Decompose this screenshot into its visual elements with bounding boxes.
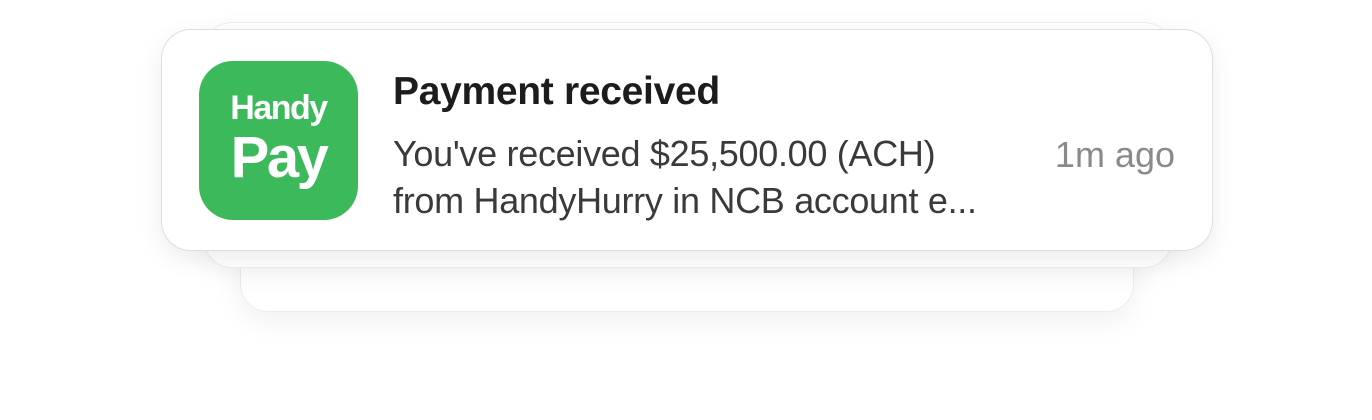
notification-message-line-1: You've received $25,500.00 (ACH) <box>393 133 936 174</box>
notification-message: You've received $25,500.00 (ACH) from Ha… <box>393 130 1033 224</box>
notification-timestamp: 1m ago <box>1054 134 1175 175</box>
notification-title: Payment received <box>393 70 720 113</box>
notification-stage: Handy Pay Payment received You've receiv… <box>0 0 1372 420</box>
notification-message-line-2: from HandyHurry in NCB account e... <box>393 180 977 221</box>
app-icon-top-text: Handy <box>230 89 328 127</box>
app-icon-bottom-text: Pay <box>230 125 329 190</box>
handypay-app-icon: Handy Pay <box>199 61 358 220</box>
payment-notification-card[interactable]: Handy Pay Payment received You've receiv… <box>161 29 1213 251</box>
